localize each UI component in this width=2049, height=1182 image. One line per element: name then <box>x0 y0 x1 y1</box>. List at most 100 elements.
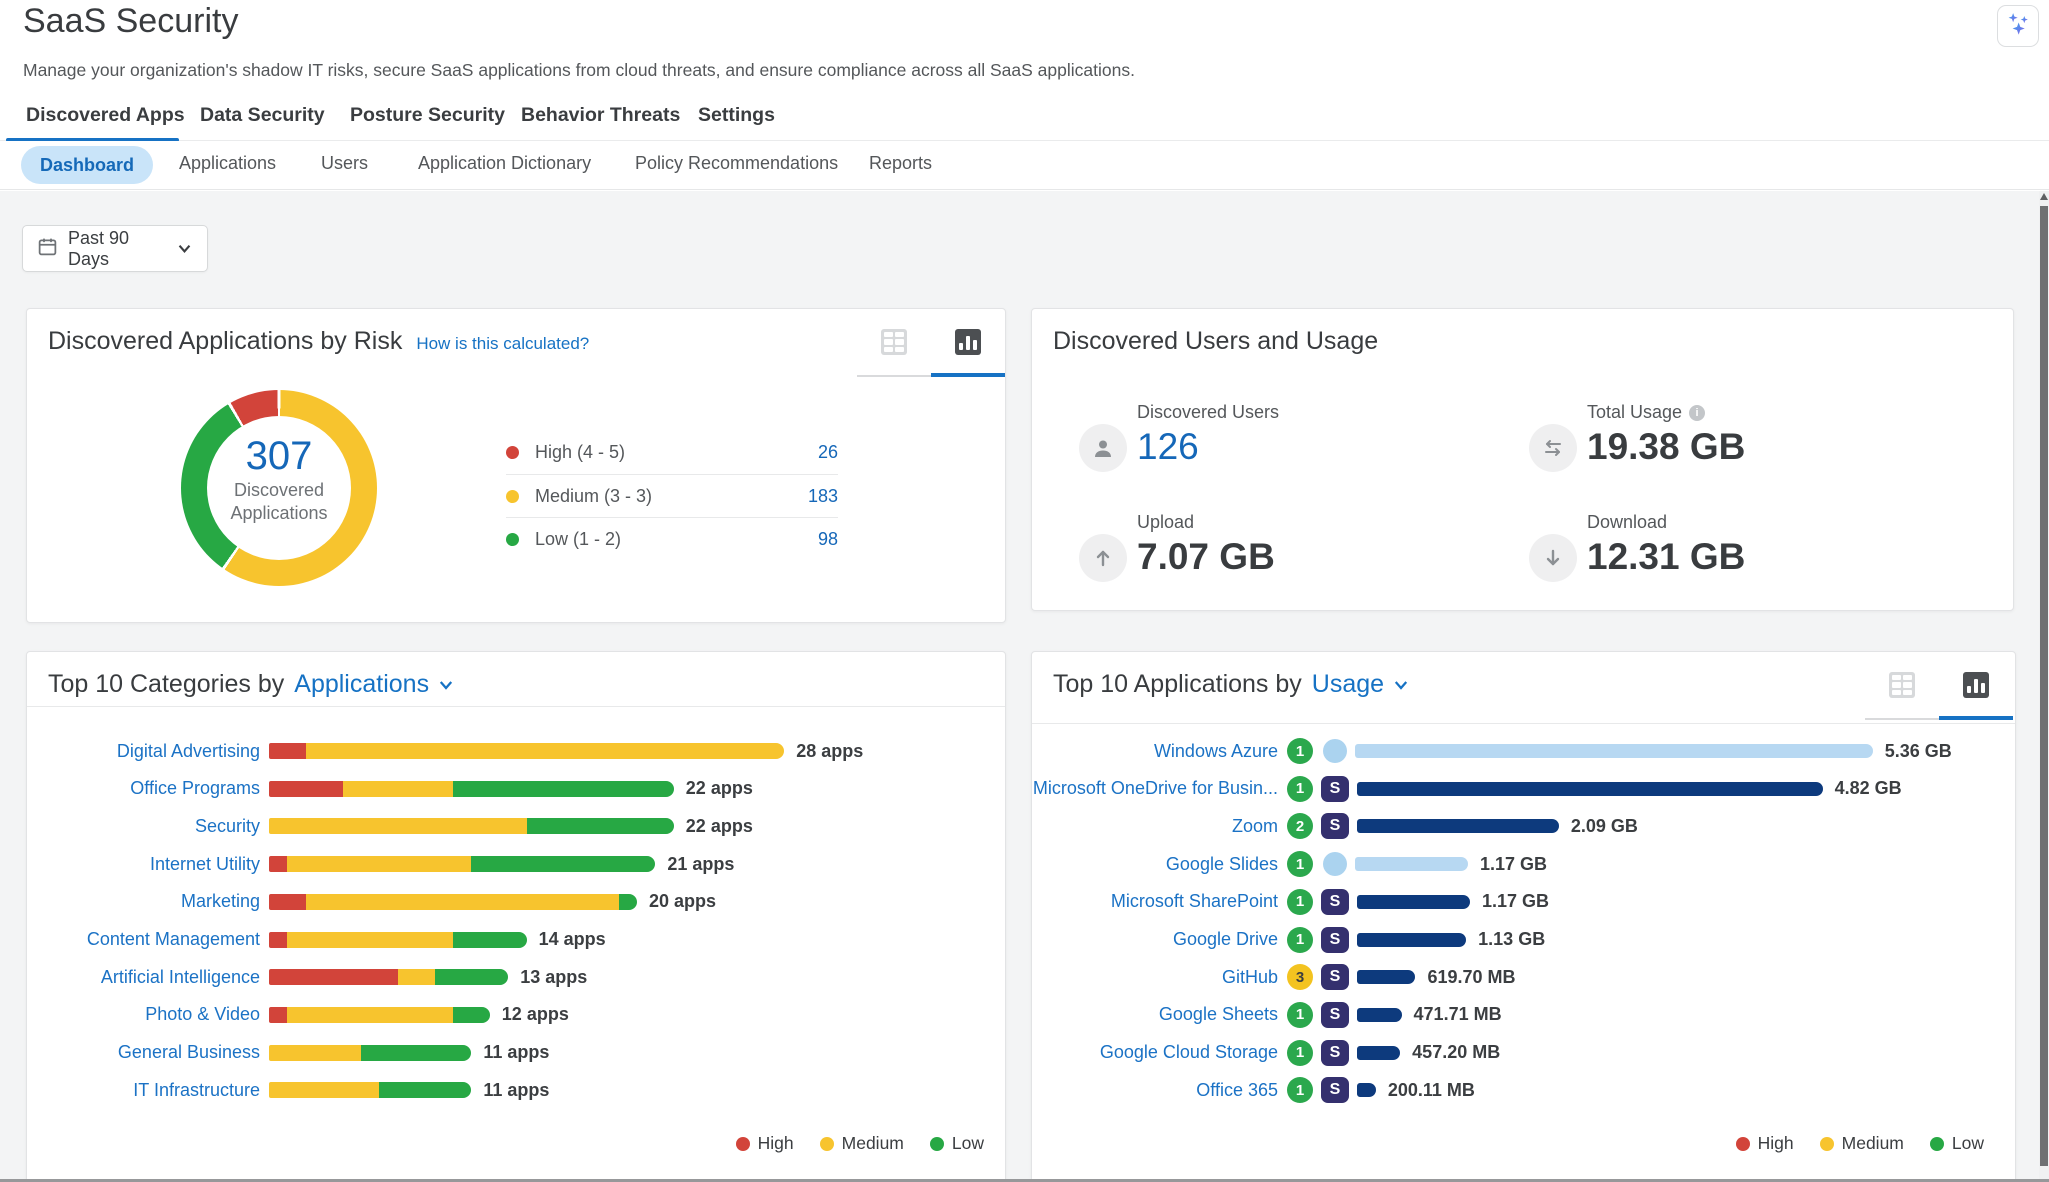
application-label[interactable]: Office 365 <box>1032 1080 1278 1101</box>
category-label[interactable]: IT Infrastructure <box>27 1080 260 1101</box>
segment-medium <box>269 1045 361 1061</box>
sub-navigation: Dashboard Applications Users Application Di… <box>0 141 2049 190</box>
application-label[interactable]: Google Drive <box>1032 929 1278 950</box>
how-calculated-link[interactable]: How is this calculated? <box>416 334 589 354</box>
category-stacked-bar <box>269 818 674 834</box>
chevron-down-icon <box>1392 676 1410 694</box>
category-label[interactable]: Internet Utility <box>27 854 260 875</box>
application-label[interactable]: Microsoft OneDrive for Busin... <box>1032 778 1278 799</box>
scroll-up-arrow[interactable] <box>2040 193 2048 200</box>
category-row: Content Management14 apps <box>27 927 606 953</box>
metric-label: Discovered Users <box>1137 402 1279 423</box>
application-label[interactable]: Windows Azure <box>1032 741 1278 762</box>
application-label[interactable]: Google Sheets <box>1032 1004 1278 1025</box>
high-dot <box>736 1137 750 1151</box>
apps-metric-selector[interactable]: Usage <box>1312 670 1410 699</box>
risk-legend-row[interactable]: Medium (3 - 3)183 <box>506 474 838 517</box>
category-label[interactable]: Office Programs <box>27 778 260 799</box>
vertical-scrollbar[interactable] <box>2039 191 2049 1182</box>
chevron-down-icon <box>437 676 455 694</box>
usage-value: 619.70 MB <box>1427 967 1515 988</box>
category-label[interactable]: Marketing <box>27 891 260 912</box>
legend-item-high: High <box>1736 1133 1794 1154</box>
subnav-reports[interactable]: Reports <box>869 153 932 174</box>
apps-risk-legend: HighMediumLow <box>1736 1133 1984 1154</box>
category-stacked-bar <box>269 894 637 910</box>
risk-legend-value[interactable]: 26 <box>818 442 838 463</box>
category-stacked-bar <box>269 1082 471 1098</box>
subnav-applications[interactable]: Applications <box>179 153 276 174</box>
category-label[interactable]: Security <box>27 816 260 837</box>
application-row: Microsoft SharePoint1S1.17 GB <box>1032 889 1549 915</box>
date-range-dropdown[interactable]: Past 90 Days <box>22 225 208 272</box>
risk-legend-label: High (4 - 5) <box>535 442 818 463</box>
category-value: 12 apps <box>502 1004 569 1025</box>
scrollbar-thumb[interactable] <box>2040 206 2048 1166</box>
risk-legend-value[interactable]: 98 <box>818 529 838 550</box>
risk-score-badge: 2 <box>1287 813 1313 839</box>
application-label[interactable]: Zoom <box>1032 816 1278 837</box>
chart-view-icon[interactable] <box>955 329 981 355</box>
subnav-users[interactable]: Users <box>321 153 368 174</box>
toggle-active-indicator <box>1939 716 2013 720</box>
application-label[interactable]: Google Slides <box>1032 854 1278 875</box>
transfer-icon <box>1529 424 1577 472</box>
application-row: Zoom2S2.09 GB <box>1032 813 1638 839</box>
application-label[interactable]: Microsoft SharePoint <box>1032 891 1278 912</box>
application-row: Google Cloud Storage1S457.20 MB <box>1032 1040 1500 1066</box>
panel-discovered-users-and-usage: Discovered Users and Usage Discovered Us… <box>1031 308 2014 611</box>
subnav-dashboard[interactable]: Dashboard <box>21 146 153 184</box>
table-view-icon[interactable] <box>1889 672 1915 698</box>
medium-dot <box>506 490 519 503</box>
category-value: 20 apps <box>649 891 716 912</box>
tab-data-security[interactable]: Data Security <box>200 104 325 127</box>
risk-legend-label: Low (1 - 2) <box>535 529 818 550</box>
risk-legend-row[interactable]: High (4 - 5)26 <box>506 431 838 474</box>
low-dot <box>506 533 519 546</box>
unsanctioned-dot-icon <box>1323 739 1347 763</box>
date-range-value: Past 90 Days <box>68 228 154 270</box>
risk-score-badge: 1 <box>1287 738 1313 764</box>
medium-dot <box>820 1137 834 1151</box>
category-label[interactable]: Photo & Video <box>27 1004 260 1025</box>
ai-assistant-button[interactable] <box>1997 5 2039 47</box>
segment-high <box>269 1007 287 1023</box>
subnav-policy-recommendations[interactable]: Policy Recommendations <box>635 153 838 174</box>
segment-low <box>453 1007 490 1023</box>
category-stacked-bar <box>269 1007 490 1023</box>
discovered-apps-total: 307 <box>181 434 377 479</box>
category-label[interactable]: Content Management <box>27 929 260 950</box>
usage-panel-title: Discovered Users and Usage <box>1053 327 1378 356</box>
category-label[interactable]: Artificial Intelligence <box>27 967 260 988</box>
tab-posture-security[interactable]: Posture Security <box>350 104 505 127</box>
unsanctioned-dot-icon <box>1323 852 1347 876</box>
usage-bar <box>1357 1046 1400 1060</box>
risk-legend: High (4 - 5)26Medium (3 - 3)183Low (1 - … <box>506 431 838 560</box>
risk-score-badge: 1 <box>1287 776 1313 802</box>
tab-behavior-threats[interactable]: Behavior Threats <box>521 104 680 127</box>
application-label[interactable]: Google Cloud Storage <box>1032 1042 1278 1063</box>
application-label[interactable]: GitHub <box>1032 967 1278 988</box>
legend-label: Low <box>1952 1133 1984 1154</box>
segment-low <box>527 818 674 834</box>
segment-medium <box>343 781 453 797</box>
segment-low <box>361 1045 471 1061</box>
panel-top10-applications: Top 10 Applications by Usage Windows Azu… <box>1031 651 2016 1182</box>
category-label[interactable]: General Business <box>27 1042 260 1063</box>
risk-legend-row[interactable]: Low (1 - 2)98 <box>506 517 838 560</box>
tab-settings[interactable]: Settings <box>698 104 775 127</box>
sanctioned-badge: S <box>1321 1040 1349 1066</box>
metric-label: Download <box>1587 512 1667 533</box>
risk-score-badge: 3 <box>1287 964 1313 990</box>
subnav-application-dictionary[interactable]: Application Dictionary <box>418 153 591 174</box>
sanctioned-badge: S <box>1321 964 1349 990</box>
category-value: 21 apps <box>667 854 734 875</box>
table-view-icon[interactable] <box>881 329 907 355</box>
application-row: Microsoft OneDrive for Busin...1S4.82 GB <box>1032 776 1902 802</box>
categories-metric-selector[interactable]: Applications <box>294 670 455 699</box>
tab-discovered-apps[interactable]: Discovered Apps <box>26 104 185 127</box>
category-label[interactable]: Digital Advertising <box>27 741 260 762</box>
info-icon[interactable]: i <box>1689 405 1705 421</box>
chart-view-icon[interactable] <box>1963 672 1989 698</box>
risk-legend-value[interactable]: 183 <box>808 486 838 507</box>
